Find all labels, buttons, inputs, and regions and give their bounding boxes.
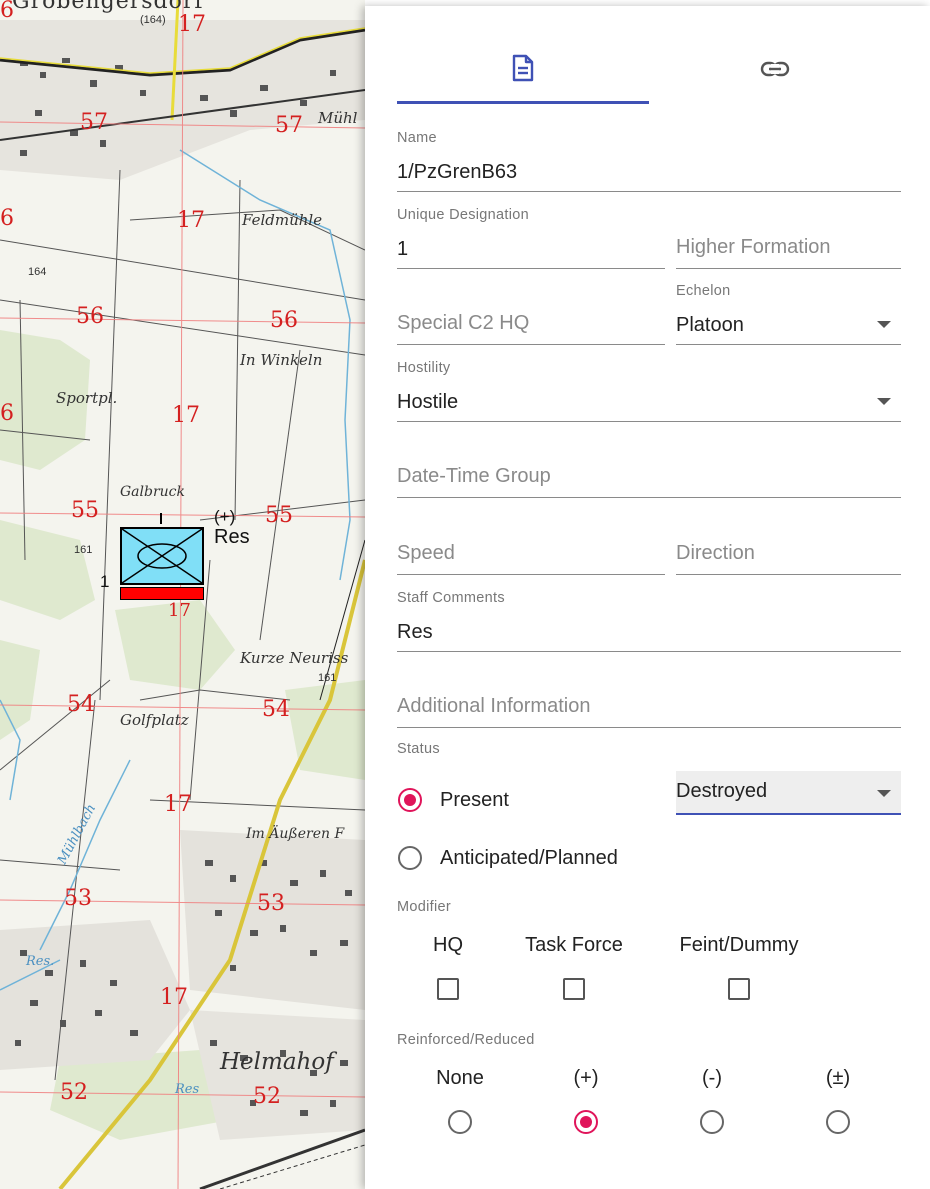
grid-label: 17 [160,985,188,1010]
document-icon [512,54,534,81]
hostility-select[interactable]: Hostility Hostile [397,360,901,422]
grid-label: 57 [80,110,108,135]
date-time-group-placeholder: Date-Time Group [397,465,551,487]
echelon-label: Echelon [676,283,731,299]
date-time-group-field[interactable]: Date-Time Group [397,436,901,498]
modifier-task-force-label: Task Force [525,934,623,956]
speed-placeholder: Speed [397,542,455,564]
unique-designation-label: 1 [100,572,110,591]
tab-links[interactable] [649,34,901,104]
map-view[interactable]: 6 17 57 57 6 17 56 56 6 17 55 55 17 54 5… [0,0,365,1189]
grid-label: 6 [0,206,14,231]
grid-label: 54 [262,697,290,722]
place-label: Helmahof [220,1049,334,1075]
name-value: 1/PzGrenB63 [397,161,518,183]
place-label: Galbruck [120,484,186,500]
spot-height: 164 [28,266,47,278]
grid-label: 17 [177,208,205,233]
unit-symbol[interactable]: (+) Res 1 [98,505,268,605]
grid-label: 17 [178,12,206,37]
spot-height: 161 [318,672,337,684]
chevron-down-icon [877,321,891,328]
place-label: Res. [26,954,55,969]
direction-field[interactable]: Direction [676,513,901,575]
grid-label: 55 [71,498,99,523]
staff-comment-label: Res [214,526,250,548]
special-c2-hq-field[interactable]: Special C2 HQ [397,283,665,345]
staff-comments-value: Res [397,621,433,643]
status-present-label[interactable]: Present [440,789,509,812]
status-anticipated-label[interactable]: Anticipated/Planned [440,847,618,870]
unit-properties-panel: Name 1/PzGrenB63 Unique Designation 1 Hi… [365,6,930,1189]
place-label: Im Äußeren F [246,826,345,842]
reinforced-indicator: (+) [214,507,236,526]
grid-label: 6 [0,401,14,426]
chevron-down-icon [877,790,891,797]
place-label: Res [175,1082,200,1097]
status-present-radio[interactable] [398,788,422,812]
unit-frame [120,527,204,585]
unique-designation-label: Unique Designation [397,207,529,223]
higher-formation-field[interactable]: Higher Formation [676,207,901,269]
direction-placeholder: Direction [676,542,755,564]
grid-label: 53 [257,891,285,916]
staff-comments-label: Staff Comments [397,590,505,606]
additional-information-field[interactable]: Additional Information [397,666,901,728]
reinforced-plus-radio[interactable] [574,1110,598,1134]
modifier-feint-dummy-label: Feint/Dummy [679,934,799,956]
echelon-value: Platoon [676,314,744,336]
grid-label: 53 [64,886,92,911]
special-c2-hq-placeholder: Special C2 HQ [397,312,530,334]
reinforced-reduced-label: Reinforced/Reduced [397,1032,535,1048]
unique-designation-value: 1 [397,238,409,260]
link-icon [760,61,790,77]
status-condition-value: Destroyed [676,780,768,802]
unique-designation-field[interactable]: Unique Designation 1 [397,207,665,269]
additional-information-placeholder: Additional Information [397,695,591,717]
chevron-down-icon [877,398,891,405]
echelon-indicator [160,513,162,524]
status-label: Status [397,741,440,757]
modifier-task-force-checkbox[interactable] [563,978,585,1000]
grid-label: 52 [253,1084,281,1109]
grid-label: 55 [265,503,293,528]
modifier-feint-dummy-checkbox[interactable] [728,978,750,1000]
tab-properties[interactable] [397,34,649,104]
place-label: Grobengersdorf [12,0,204,14]
name-label: Name [397,130,437,146]
place-label: Kurze Neuriss [240,649,349,667]
status-condition-select[interactable]: Destroyed [676,771,901,815]
reinforced-plusminus-radio[interactable] [826,1110,850,1134]
reinforced-minus-radio[interactable] [700,1110,724,1134]
grid-label: 17 [164,792,192,817]
reinforced-none-radio[interactable] [448,1110,472,1134]
hostility-label: Hostility [397,360,451,376]
grid-label: 57 [275,113,303,138]
spot-height: (164) [140,14,166,26]
place-label: In Winkeln [240,351,323,369]
grid-label: 54 [67,692,95,717]
place-label: Mühl [318,109,358,127]
place-label: Golfplatz [120,711,189,729]
place-label: Sportpl. [56,389,118,407]
name-field[interactable]: Name 1/PzGrenB63 [397,130,901,192]
grid-label: 52 [60,1080,88,1105]
mechanized-infantry-icon [122,529,202,583]
grid-label: 56 [270,308,298,333]
spot-height: 161 [74,544,93,556]
speed-field[interactable]: Speed [397,513,665,575]
place-label: Feldmühle [242,211,323,229]
modifier-label: Modifier [397,899,451,915]
echelon-select[interactable]: Echelon Platoon [676,283,901,345]
grid-label: 56 [76,304,104,329]
hostility-value: Hostile [397,391,459,413]
status-anticipated-radio[interactable] [398,846,422,870]
status-bar [120,587,204,600]
staff-comments-field[interactable]: Staff Comments Res [397,590,901,652]
grid-label: 17 [172,403,200,428]
reinforced-plusminus-label: (±) [825,1067,851,1089]
modifier-hq-checkbox[interactable] [437,978,459,1000]
higher-formation-placeholder: Higher Formation [676,236,831,258]
